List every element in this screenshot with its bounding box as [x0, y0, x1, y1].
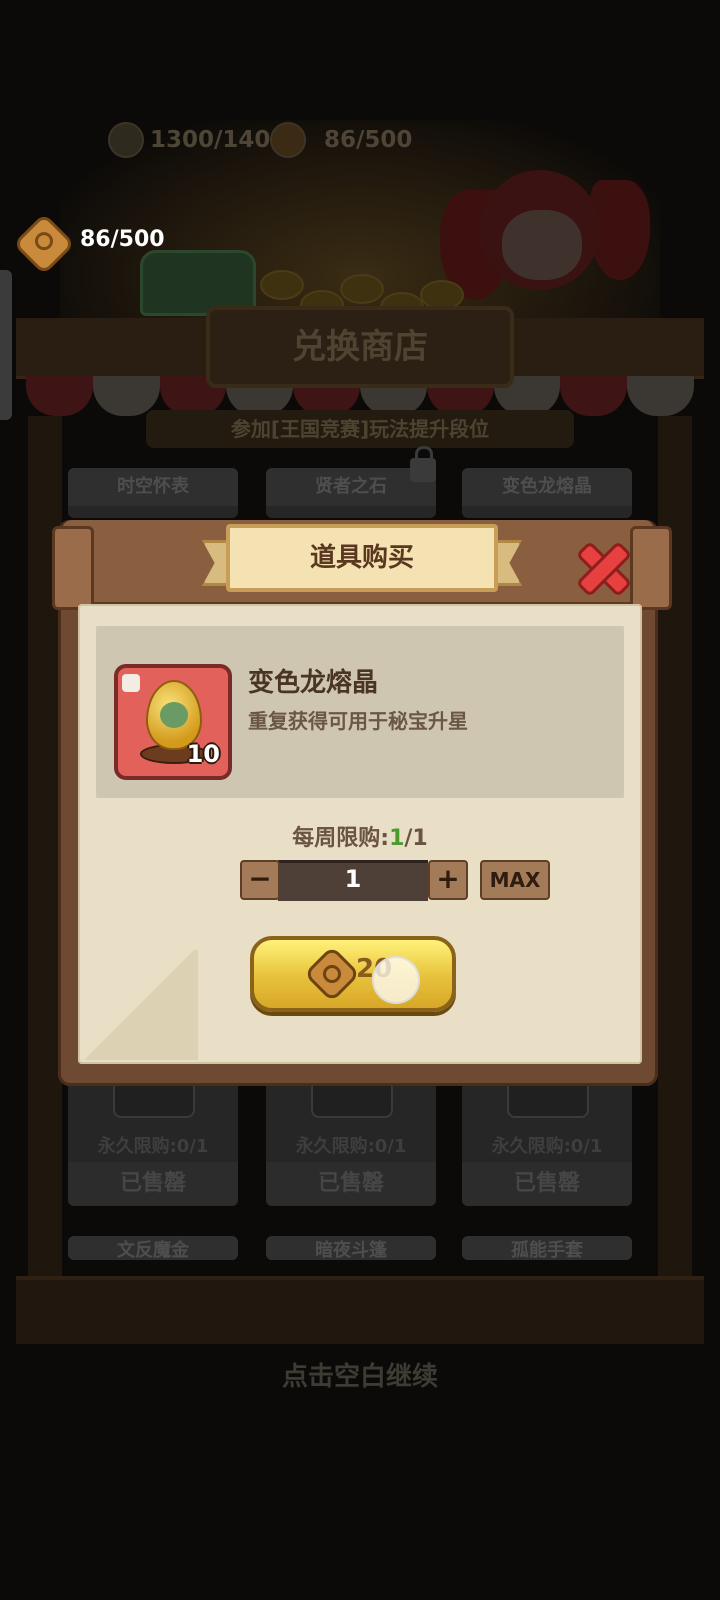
parchment-tear [78, 950, 198, 1060]
buy-button[interactable]: 20 [250, 936, 456, 1012]
weekly-limit-label: 每周限购: [292, 826, 390, 851]
tap-to-continue[interactable]: 点击空白继续 [0, 1356, 720, 1393]
shop-card[interactable]: 变色龙熔晶 [462, 468, 632, 518]
card-limit: 永久限购:0/1 [491, 1136, 603, 1157]
weekly-limit-current: 1 [389, 826, 405, 851]
close-button[interactable] [576, 540, 626, 590]
card-title: 时空怀表 [68, 468, 238, 506]
touch-indicator [372, 956, 420, 1004]
energy-value: 1300/1400 [150, 127, 287, 153]
coin-resource: 86/500 [270, 122, 412, 158]
card-limit: 永久限购:0/1 [97, 1136, 209, 1157]
chameleon-egg-icon: 10 [114, 664, 232, 780]
decrease-button[interactable]: − [240, 860, 280, 900]
weekly-limit: 每周限购:1/1 [0, 820, 720, 852]
card-title: 变色龙熔晶 [462, 468, 632, 506]
card-limit: 永久限购:0/1 [295, 1136, 407, 1157]
sold-out-label: 已售罄 [462, 1162, 632, 1206]
shop-card[interactable]: 文反魔金 [68, 1236, 238, 1260]
coin-icon [270, 122, 306, 158]
rank-hint: 参加[王国竞赛]玩法提升段位 [146, 410, 574, 448]
card-title: 暗夜斗篷 [266, 1236, 436, 1260]
coin-value: 86/500 [324, 127, 413, 153]
item-count: 10 [186, 740, 220, 768]
shop-card[interactable]: 暗夜斗篷 [266, 1236, 436, 1260]
card-title: 文反魔金 [68, 1236, 238, 1260]
lock-icon [410, 446, 436, 482]
increase-button[interactable]: + [428, 860, 468, 900]
dragon-coin-icon [303, 945, 361, 1003]
weekly-limit-total: /1 [404, 826, 428, 851]
plank-cap-left [52, 526, 94, 610]
quantity-value: 1 [344, 865, 362, 893]
plank-cap-right [630, 526, 672, 610]
shop-title: 兑换商店 [206, 306, 514, 388]
item-name: 变色龙熔晶 [248, 668, 379, 698]
item-description: 重复获得可用于秘宝升星 [248, 709, 468, 733]
shopkeeper-character [440, 150, 650, 320]
shop-card[interactable]: 孤能手套 [462, 1236, 632, 1260]
currency-count: 86/500 [80, 227, 165, 252]
energy-icon [108, 122, 144, 158]
shop-card[interactable]: 时空怀表 [68, 468, 238, 518]
dialog-title: 道具购买 [226, 524, 498, 592]
sold-out-label: 已售罄 [68, 1162, 238, 1206]
sold-out-label: 已售罄 [266, 1162, 436, 1206]
side-drawer-handle[interactable] [0, 270, 12, 420]
max-button[interactable]: MAX [480, 860, 550, 900]
card-title: 孤能手套 [462, 1236, 632, 1260]
energy-resource: 1300/1400 [108, 122, 286, 158]
fragment-icon [122, 674, 140, 692]
